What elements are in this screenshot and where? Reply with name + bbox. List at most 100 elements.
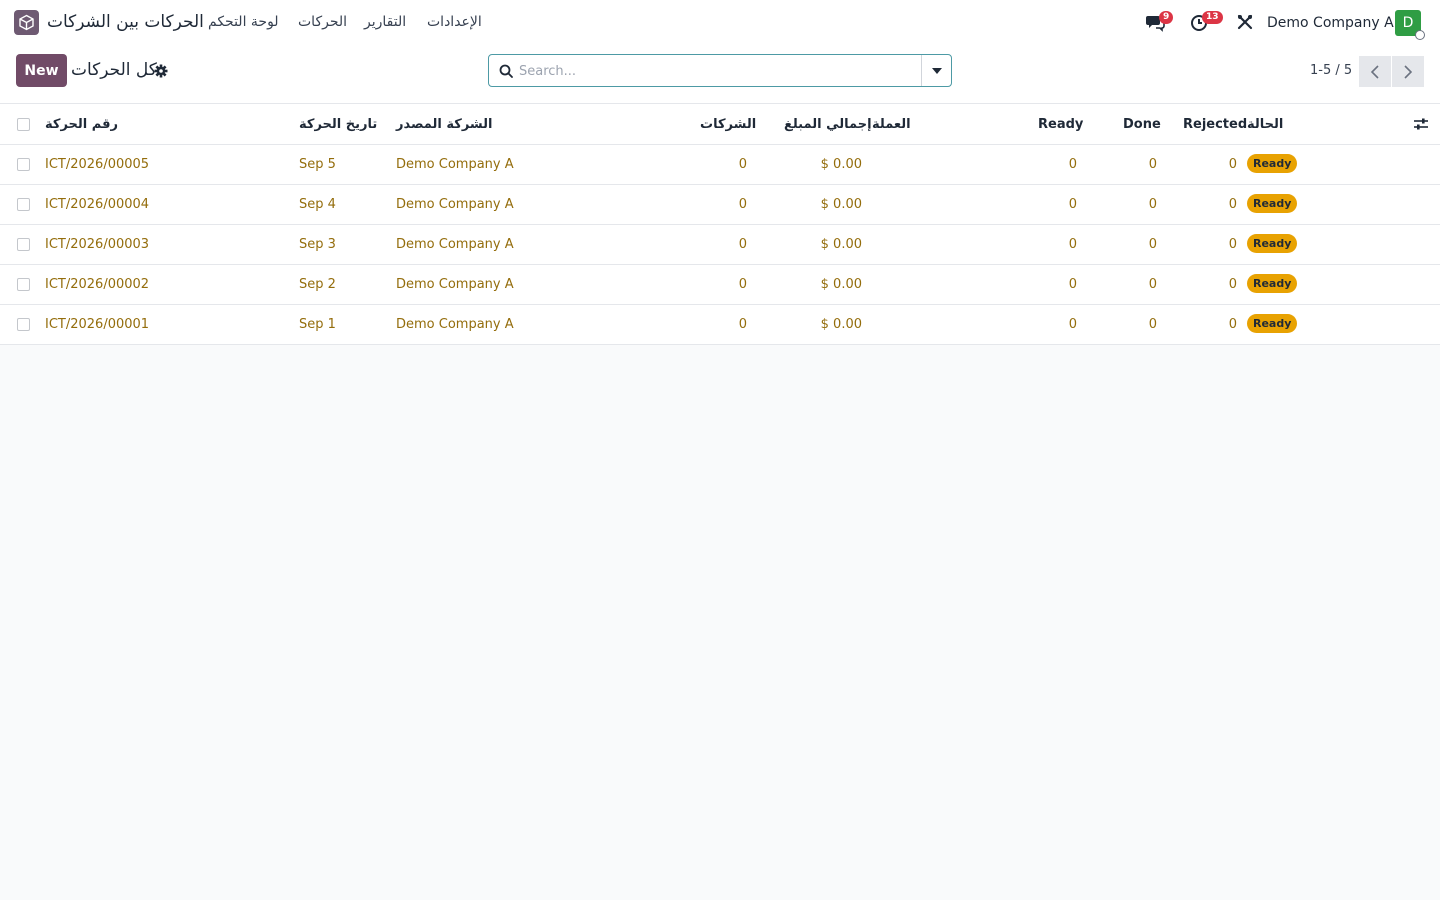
gear-icon[interactable]	[154, 64, 168, 82]
cell-done: 0	[1148, 317, 1157, 332]
cell-rejected: 0	[1228, 197, 1237, 212]
cell-done: 0	[1148, 277, 1157, 292]
column-header-source-company[interactable]: الشركة المصدر	[396, 117, 492, 132]
avatar-letter: D	[1402, 15, 1414, 31]
top-navbar: الحركات بين الشركات لوحة التحكم الحركات …	[0, 0, 1440, 46]
cell-companies: 0	[738, 197, 747, 212]
chevron-left-icon	[1371, 64, 1379, 79]
cell-companies: 0	[738, 237, 747, 252]
column-header-state[interactable]: الحالة	[1247, 117, 1283, 132]
search-options-toggle[interactable]	[921, 55, 951, 86]
column-header-ready[interactable]: Ready	[1038, 117, 1083, 132]
presence-status-icon	[1415, 30, 1425, 40]
breadcrumb: كل الحركات	[71, 60, 157, 80]
cell-date: Sep 4	[299, 197, 336, 212]
column-header-currency[interactable]: العملة	[872, 117, 911, 132]
status-badge: Ready	[1247, 274, 1298, 293]
menu-dashboard[interactable]: لوحة التحكم	[208, 14, 279, 30]
company-switcher[interactable]: Demo Company A	[1267, 15, 1394, 31]
cell-total: $ 0.00	[820, 197, 862, 212]
cell-ready: 0	[1068, 317, 1077, 332]
table-row[interactable]: ICT/2026/00003 Sep 3 Demo Company A 0 $ …	[0, 225, 1440, 265]
cell-source-company: Demo Company A	[396, 237, 514, 252]
activities-button[interactable]: 13	[1190, 11, 1223, 36]
tools-icon	[1237, 14, 1253, 30]
cell-done: 0	[1148, 197, 1157, 212]
cell-ref[interactable]: ICT/2026/00002	[45, 277, 149, 292]
cell-rejected: 0	[1228, 237, 1237, 252]
search-bar	[488, 54, 952, 87]
cell-rejected: 0	[1228, 317, 1237, 332]
control-panel: New كل الحركات 1-5 / 5	[0, 46, 1440, 104]
column-header-done[interactable]: Done	[1123, 117, 1161, 132]
cell-ready: 0	[1068, 277, 1077, 292]
column-header-date[interactable]: تاريخ الحركة	[299, 117, 377, 132]
cell-date: Sep 3	[299, 237, 336, 252]
activities-count-badge: 13	[1202, 11, 1223, 24]
cell-ref[interactable]: ICT/2026/00001	[45, 317, 149, 332]
search-icon	[499, 64, 513, 82]
cell-rejected: 0	[1228, 277, 1237, 292]
table-row[interactable]: ICT/2026/00002 Sep 2 Demo Company A 0 $ …	[0, 265, 1440, 305]
pager-next-button[interactable]	[1392, 56, 1424, 87]
cell-source-company: Demo Company A	[396, 277, 514, 292]
column-header-total[interactable]: إجمالي المبلغ	[784, 117, 872, 132]
column-header-rejected[interactable]: Rejected	[1183, 117, 1247, 132]
row-checkbox[interactable]	[17, 198, 30, 211]
user-avatar[interactable]: D	[1395, 10, 1425, 40]
table-row[interactable]: ICT/2026/00004 Sep 4 Demo Company A 0 $ …	[0, 185, 1440, 225]
pager-previous-button[interactable]	[1359, 56, 1391, 87]
cell-companies: 0	[738, 157, 747, 172]
cell-done: 0	[1148, 237, 1157, 252]
cell-companies: 0	[738, 317, 747, 332]
cell-date: Sep 5	[299, 157, 336, 172]
menu-transactions[interactable]: الحركات	[298, 14, 347, 30]
caret-down-icon	[931, 67, 942, 74]
column-header-companies[interactable]: الشركات	[700, 117, 756, 132]
row-checkbox[interactable]	[17, 158, 30, 171]
cell-date: Sep 2	[299, 277, 336, 292]
cell-done: 0	[1148, 157, 1157, 172]
app-name[interactable]: الحركات بين الشركات	[47, 12, 204, 32]
search-input[interactable]	[519, 59, 909, 83]
status-badge: Ready	[1247, 154, 1298, 173]
cell-rejected: 0	[1228, 157, 1237, 172]
cell-total: $ 0.00	[820, 157, 862, 172]
app-logo-icon[interactable]	[14, 10, 39, 35]
cell-date: Sep 1	[299, 317, 336, 332]
table-header: رقم الحركة تاريخ الحركة الشركة المصدر ال…	[0, 104, 1440, 145]
cell-source-company: Demo Company A	[396, 197, 514, 212]
table-row[interactable]: ICT/2026/00005 Sep 5 Demo Company A 0 $ …	[0, 145, 1440, 185]
transactions-table: رقم الحركة تاريخ الحركة الشركة المصدر ال…	[0, 104, 1440, 345]
cell-ready: 0	[1068, 197, 1077, 212]
column-header-ref[interactable]: رقم الحركة	[45, 117, 118, 132]
status-badge: Ready	[1247, 194, 1298, 213]
cell-ref[interactable]: ICT/2026/00003	[45, 237, 149, 252]
cell-companies: 0	[738, 277, 747, 292]
cell-ready: 0	[1068, 157, 1077, 172]
cell-ready: 0	[1068, 237, 1077, 252]
debug-tools-button[interactable]	[1237, 14, 1253, 34]
chevron-right-icon	[1404, 64, 1412, 79]
status-badge: Ready	[1247, 234, 1298, 253]
messages-button[interactable]: 9	[1145, 11, 1174, 36]
row-checkbox[interactable]	[17, 278, 30, 291]
row-checkbox[interactable]	[17, 318, 30, 331]
status-badge: Ready	[1247, 314, 1298, 333]
messages-count-badge: 9	[1159, 11, 1174, 24]
cell-ref[interactable]: ICT/2026/00005	[45, 157, 149, 172]
menu-reports[interactable]: التقارير	[364, 14, 406, 30]
cell-total: $ 0.00	[820, 317, 862, 332]
cell-ref[interactable]: ICT/2026/00004	[45, 197, 149, 212]
cell-total: $ 0.00	[820, 277, 862, 292]
table-row[interactable]: ICT/2026/00001 Sep 1 Demo Company A 0 $ …	[0, 305, 1440, 345]
optional-columns-icon[interactable]	[1414, 118, 1428, 134]
cell-source-company: Demo Company A	[396, 317, 514, 332]
cell-total: $ 0.00	[820, 237, 862, 252]
cell-source-company: Demo Company A	[396, 157, 514, 172]
menu-settings[interactable]: الإعدادات	[427, 14, 482, 30]
pager-value[interactable]: 1-5 / 5	[1310, 63, 1352, 78]
select-all-checkbox[interactable]	[17, 118, 30, 131]
row-checkbox[interactable]	[17, 238, 30, 251]
new-button[interactable]: New	[16, 54, 67, 87]
